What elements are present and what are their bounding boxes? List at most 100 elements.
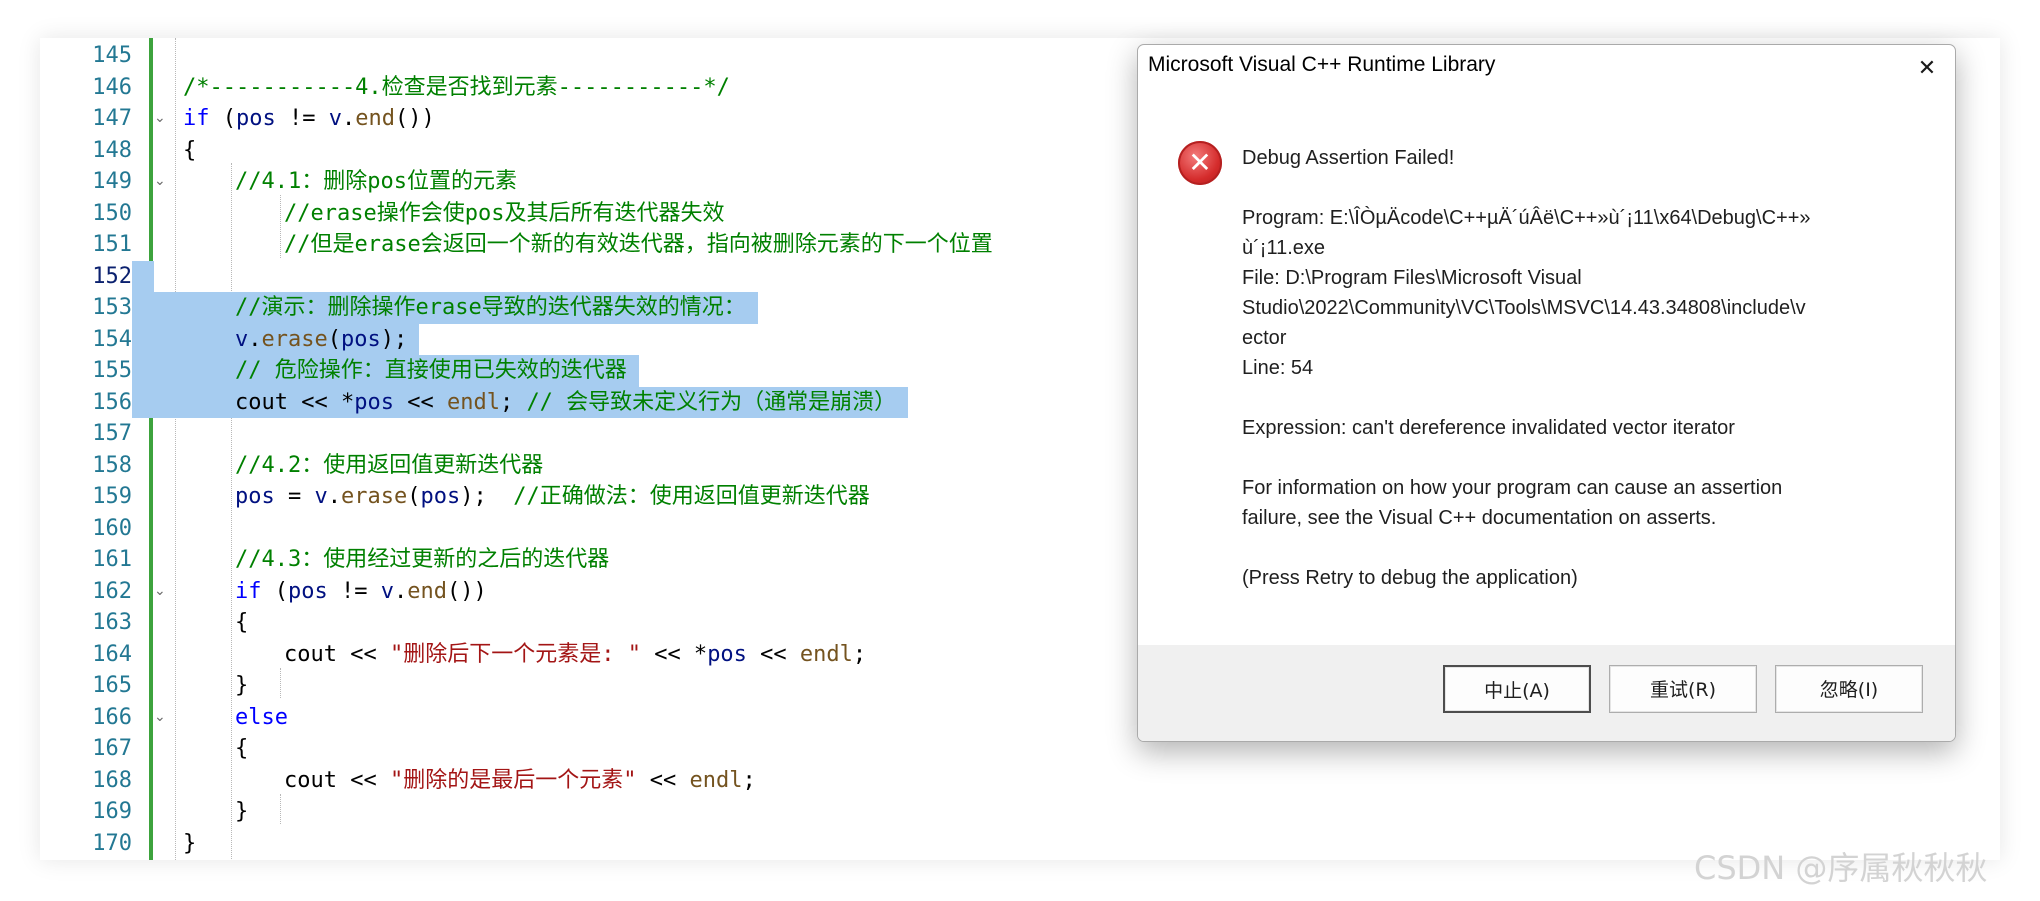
- line-number: 157: [92, 421, 132, 446]
- code-token: ;: [499, 389, 527, 415]
- code-token: end: [355, 106, 395, 131]
- code-token: );: [460, 484, 514, 509]
- code-text: {: [235, 733, 248, 765]
- program-path: Program: E:\ÎÒµÄcode\C++µÄ´úÂë\C++»ù´¡11…: [1242, 207, 1811, 259]
- code-token: pos: [340, 326, 381, 352]
- code-token: if: [235, 578, 262, 604]
- line-number: 161: [92, 547, 132, 572]
- assertion-expression: Expression: can't dereference invalidate…: [1242, 417, 1735, 439]
- line-number: 159: [92, 484, 132, 509]
- line-number: 146: [92, 74, 132, 100]
- code-token: //4.1：删除pos位置的元素: [235, 169, 517, 194]
- code-text: cout << "删除后下一个元素是: " << *pos << endl;: [284, 639, 866, 671]
- code-token: v: [235, 326, 249, 352]
- code-token: .: [327, 484, 341, 509]
- code-text: {: [183, 135, 196, 167]
- code-token: //4.3：使用经过更新的之后的迭代器: [235, 547, 610, 572]
- code-text: cout << "删除的是最后一个元素" << endl;: [284, 765, 756, 797]
- line-number: 155: [92, 358, 132, 383]
- code-token: }: [235, 799, 249, 824]
- code-text: /*-----------4.检查是否找到元素-----------*/: [183, 72, 730, 104]
- code-token: erase: [341, 484, 408, 509]
- retry-button[interactable]: 重试(R): [1609, 665, 1757, 713]
- code-text: pos = v.erase(pos); //正确做法：使用返回值更新迭代器: [235, 481, 870, 513]
- fold-toggle-icon[interactable]: ⌄: [154, 576, 166, 608]
- code-token: endl: [689, 767, 743, 793]
- code-token: //4.2：使用返回值更新迭代器: [235, 452, 544, 478]
- line-number: 156: [92, 389, 132, 415]
- code-token: cout: [235, 389, 288, 415]
- code-text: if (pos != v.end()): [235, 576, 487, 608]
- selection-highlight: [132, 260, 154, 292]
- code-token: //erase操作会使pos及其后所有迭代器失效: [284, 200, 725, 226]
- code-token: =: [274, 484, 315, 509]
- fold-toggle-icon[interactable]: ⌄: [154, 103, 166, 135]
- code-text: }: [183, 828, 196, 860]
- code-token: {: [183, 137, 197, 163]
- code-token: );: [380, 326, 408, 352]
- code-token: {: [235, 610, 249, 635]
- fold-toggle-icon[interactable]: ⌄: [154, 702, 166, 734]
- line-number: 147: [92, 106, 132, 131]
- screenshot: 145 146 /*-----------4.检查是否找到元素-----------…: [0, 0, 2040, 901]
- code-line[interactable]: 168 cout << "删除的是最后一个元素" << endl;: [40, 765, 2000, 797]
- code-token: ;: [852, 641, 867, 667]
- close-icon[interactable]: ✕: [1907, 49, 1947, 89]
- code-token: pos: [288, 578, 328, 604]
- code-token: //演示：删除操作erase导致的迭代器失效的情况：: [235, 295, 746, 320]
- code-text: v.erase(pos);: [235, 324, 407, 356]
- line-number: 167: [92, 736, 132, 761]
- assertion-info: For information on how your program can …: [1242, 477, 1783, 529]
- code-token: !=: [327, 578, 381, 604]
- code-token: "删除的是最后一个元素": [389, 767, 637, 793]
- code-token: if: [183, 106, 210, 131]
- line-number: 168: [92, 767, 132, 793]
- code-token: end: [407, 578, 447, 604]
- line-number: 163: [92, 610, 132, 635]
- code-token: (: [209, 106, 236, 131]
- code-token: !=: [275, 106, 329, 131]
- fold-toggle-icon[interactable]: ⌄: [154, 166, 166, 198]
- code-token: endl: [446, 389, 500, 415]
- code-token: erase: [261, 326, 328, 352]
- line-number: 148: [92, 137, 132, 163]
- code-text: cout << *pos << endl; // 会导致未定义行为（通常是崩溃）: [235, 387, 896, 419]
- code-line[interactable]: 169}: [40, 796, 2000, 828]
- line-number: 154: [92, 326, 132, 352]
- line-number: 149: [92, 169, 132, 194]
- code-token: cout: [284, 767, 337, 793]
- code-token: }: [235, 673, 249, 698]
- abort-button[interactable]: 中止(A): [1443, 665, 1591, 713]
- code-token: .: [341, 106, 356, 131]
- code-text: if (pos != v.end()): [183, 103, 435, 135]
- code-token: ()): [394, 106, 435, 131]
- code-token: <<: [636, 767, 690, 793]
- code-token: /*-----------4.检查是否找到元素-----------*/: [183, 74, 730, 100]
- code-text: //4.3：使用经过更新的之后的迭代器: [235, 544, 609, 576]
- code-token: << *: [287, 389, 355, 415]
- code-text: // 危险操作：直接使用已失效的迭代器: [235, 355, 627, 387]
- code-text: }: [235, 796, 248, 828]
- code-token: <<: [393, 389, 447, 415]
- code-token: (: [407, 484, 421, 509]
- code-token: pos: [420, 484, 461, 509]
- line-number: 170: [92, 830, 132, 856]
- line-number: Line: 54: [1242, 357, 1314, 379]
- code-text: //4.2：使用返回值更新迭代器: [235, 450, 543, 482]
- ignore-button[interactable]: 忽略(I): [1775, 665, 1923, 713]
- code-token: // 会导致未定义行为（通常是崩溃）: [526, 389, 897, 415]
- line-number: 158: [92, 452, 132, 478]
- code-text: {: [235, 607, 248, 639]
- code-token: (: [327, 326, 341, 352]
- code-token: .: [248, 326, 262, 352]
- code-text: else: [235, 702, 288, 734]
- code-token: else: [235, 704, 288, 730]
- code-token: << *: [640, 641, 708, 667]
- line-number: 169: [92, 799, 132, 824]
- code-token: }: [183, 830, 197, 856]
- line-number: 152: [92, 263, 132, 289]
- watermark: CSDN @序属秋秋秋: [1694, 849, 1988, 887]
- code-token: <<: [336, 767, 390, 793]
- file-path: File: D:\Program Files\Microsoft Visual …: [1242, 267, 1806, 349]
- code-token: .: [393, 578, 408, 604]
